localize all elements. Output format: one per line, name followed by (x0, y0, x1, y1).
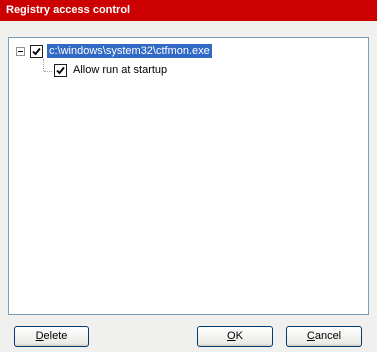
root-checkbox[interactable] (30, 45, 43, 58)
ok-label-rest: K (235, 330, 243, 342)
child-node-label[interactable]: Allow run at startup (71, 63, 169, 77)
child-checkbox[interactable] (54, 64, 67, 77)
delete-button[interactable]: Delete (14, 326, 89, 347)
delete-mnemonic: D (35, 330, 44, 342)
cancel-label-rest: ancel (314, 330, 342, 342)
dialog-window: Registry access control c:\windows\syste… (0, 0, 377, 352)
tree-view[interactable]: c:\windows\system32\ctfmon.exe Allow run… (8, 37, 369, 315)
checkmark-icon (56, 66, 65, 75)
ok-mnemonic: O (227, 330, 236, 342)
checkmark-icon (32, 47, 41, 56)
root-node-label[interactable]: c:\windows\system32\ctfmon.exe (47, 44, 212, 58)
cancel-mnemonic: C (306, 330, 315, 342)
tree-node-root[interactable]: c:\windows\system32\ctfmon.exe (9, 44, 309, 60)
ok-button[interactable]: OK (197, 326, 273, 347)
dialog-client-area: c:\windows\system32\ctfmon.exe Allow run… (0, 21, 377, 352)
tree-node-child[interactable]: Allow run at startup (9, 63, 309, 79)
window-title: Registry access control (6, 4, 131, 16)
cancel-button[interactable]: Cancel (286, 326, 362, 347)
title-bar[interactable]: Registry access control (0, 0, 377, 21)
collapse-icon[interactable] (16, 47, 25, 56)
delete-label-rest: elete (43, 330, 68, 342)
